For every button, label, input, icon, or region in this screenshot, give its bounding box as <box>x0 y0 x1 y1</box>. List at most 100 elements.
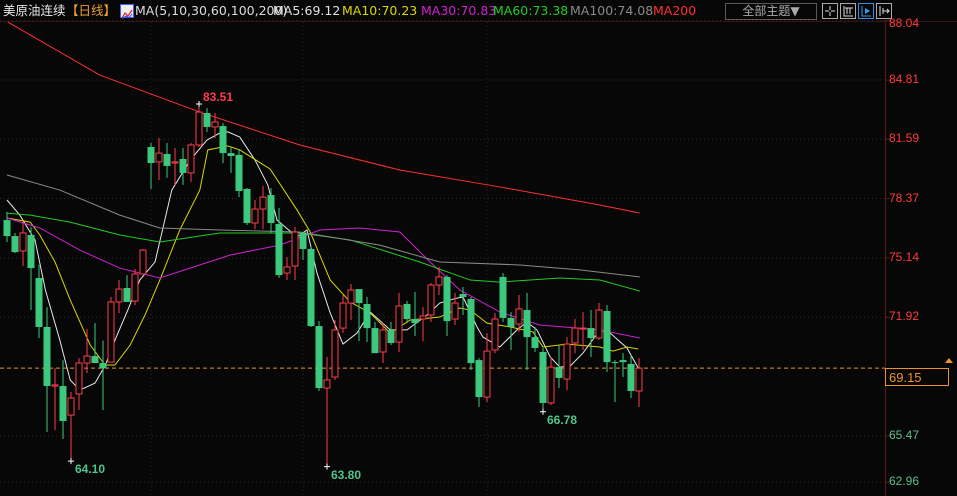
candle-body-down <box>411 319 419 324</box>
candle-body-down <box>91 356 99 364</box>
ma10-line <box>6 145 639 366</box>
candle-body-up <box>139 249 147 275</box>
low-price-annotation: 66.78 <box>547 412 578 427</box>
candle-body-down <box>43 326 51 387</box>
candle-body-up <box>283 266 291 274</box>
candle-body-up <box>51 384 59 387</box>
candle-body-down <box>587 328 595 339</box>
candle-body-up <box>419 315 427 320</box>
candle-body-up <box>595 309 603 339</box>
candle-body-down <box>555 367 563 378</box>
candle-body-down <box>179 158 187 173</box>
candle-body-down <box>475 360 483 398</box>
ma-params: MA(5,10,30,60,100,200) <box>135 3 288 18</box>
candle-body-down <box>243 188 251 224</box>
candle-body-up <box>331 329 339 378</box>
extreme-marker <box>540 408 546 415</box>
candle-body-down <box>59 386 67 421</box>
extreme-marker <box>196 100 202 107</box>
axis-tick-label: 81.59 <box>889 131 920 146</box>
candle-body-down <box>467 299 475 364</box>
candle-body-down <box>219 126 227 154</box>
candle-body-down <box>531 337 539 348</box>
candle-body-up <box>571 327 579 344</box>
candle-body-down <box>315 326 323 389</box>
ma200-line <box>7 21 640 214</box>
candle-body-up <box>171 161 179 164</box>
candle-body-up <box>195 111 203 146</box>
candle-body-up <box>67 397 75 416</box>
ma100-value: MA100:74.08 <box>570 3 654 18</box>
candle-body-up <box>107 301 115 363</box>
candle-body-up <box>131 273 139 302</box>
candle-body-down <box>227 153 235 157</box>
candle-body-down <box>627 363 635 391</box>
low-price-annotation: 63.80 <box>331 467 362 482</box>
candle-body-up <box>323 379 331 389</box>
low-price-annotation: 64.10 <box>75 462 106 477</box>
candle-body-up <box>451 302 459 320</box>
axis-tick-label: 65.47 <box>889 427 920 442</box>
period-label[interactable]: 【日线】 <box>66 0 116 22</box>
candle-body-up <box>291 231 299 267</box>
candle-body-down <box>27 234 35 269</box>
candle-body-down <box>3 220 11 237</box>
candle-body-up <box>579 327 587 330</box>
candle-body-down <box>499 276 507 318</box>
candle-body-up <box>347 289 355 304</box>
candle-body-up <box>379 329 387 353</box>
ma-indicator-icon[interactable] <box>120 4 134 20</box>
candlestick-chart[interactable] <box>0 0 957 496</box>
ma5-value: MA5:69.12 <box>273 3 341 18</box>
candle-body-up <box>251 208 259 224</box>
candle-body-up <box>563 343 571 380</box>
candle-body-up <box>187 144 195 174</box>
crosshair-icon[interactable] <box>822 3 838 19</box>
axis-tick-label: 75.14 <box>889 249 920 264</box>
candle-body-up <box>635 367 643 392</box>
candle-body-up <box>483 350 491 398</box>
ma60-value: MA60:73.38 <box>493 3 569 18</box>
axis-tick-label: 62.96 <box>889 474 920 489</box>
axis-tick-label: 71.92 <box>889 309 920 324</box>
candle-body-down <box>147 147 155 164</box>
candle-body-up <box>19 232 27 252</box>
high-price-annotation: 83.51 <box>203 89 234 104</box>
ma60-line <box>6 212 640 292</box>
ma30-value: MA30:70.83 <box>421 3 497 18</box>
candle-body-down <box>619 360 627 363</box>
fit-range-icon[interactable] <box>840 3 856 19</box>
candle-body-up <box>115 288 123 303</box>
candle-body-up <box>83 355 91 364</box>
candle-body-up <box>491 318 499 351</box>
candle-body-down <box>11 236 19 253</box>
candle-body-down <box>443 276 451 322</box>
axis-tick-label: 84.81 <box>889 72 920 87</box>
ma10-value: MA10:70.23 <box>342 3 418 18</box>
extreme-marker <box>68 458 74 465</box>
ma100-line <box>6 174 640 278</box>
instrument-name: 美原油连续 <box>3 3 66 18</box>
candle-body-down <box>275 223 283 276</box>
candle-body-down <box>299 232 307 249</box>
candle-body-down <box>307 248 315 327</box>
candle-body-down <box>163 154 171 166</box>
candle-body-down <box>35 278 43 327</box>
candle-body-down <box>267 195 275 224</box>
axis-tick-label: 88.04 <box>889 16 920 30</box>
candle-body-down <box>507 317 515 327</box>
candle-body-down <box>387 329 395 343</box>
candle-body-down <box>523 310 531 338</box>
candle-body-up <box>515 308 523 325</box>
candle-body-down <box>539 351 547 403</box>
scroll-up-icon[interactable] <box>945 358 953 363</box>
theme-dropdown[interactable]: 全部主题▼ <box>725 3 817 20</box>
candle-body-up <box>427 284 435 316</box>
candle-body-up <box>395 305 403 343</box>
candle-body-down <box>203 112 211 127</box>
candle-body-up <box>259 196 267 210</box>
cursor-play-icon[interactable] <box>858 3 874 19</box>
candle-body-up <box>339 302 347 329</box>
candle-body-down <box>99 363 107 368</box>
candle-body-up <box>75 362 83 395</box>
